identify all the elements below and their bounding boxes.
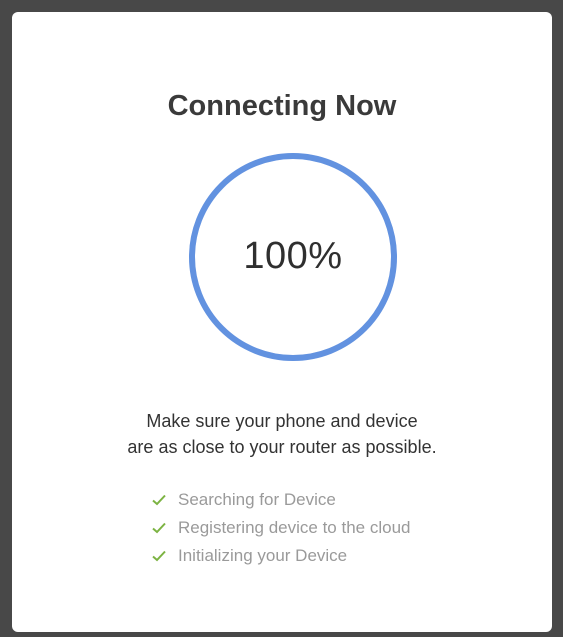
- dialog-backdrop: Connecting Now 100% Make sure your phone…: [0, 0, 563, 637]
- step-label: Searching for Device: [178, 490, 336, 509]
- instruction-line-2: are as close to your router as possible.: [127, 437, 437, 457]
- step-label: Initializing your Device: [178, 546, 348, 565]
- step-item: Initializing your Device: [152, 542, 410, 570]
- step-item: Searching for Device: [152, 486, 410, 514]
- check-icon: [152, 550, 166, 562]
- dialog-title: Connecting Now: [167, 90, 397, 122]
- connecting-dialog: Connecting Now 100% Make sure your phone…: [12, 12, 552, 632]
- check-icon: [152, 494, 166, 506]
- progress-percent: 100%: [243, 235, 343, 277]
- instruction-message: Make sure your phone and device are as c…: [12, 408, 552, 460]
- progress-ring: 100%: [188, 152, 398, 362]
- step-label: Registering device to the cloud: [178, 518, 411, 537]
- check-icon: [152, 522, 166, 534]
- step-item: Registering device to the cloud: [152, 514, 410, 542]
- instruction-line-1: Make sure your phone and device: [146, 411, 418, 431]
- connection-steps-list: Searching for Device Registering device …: [152, 486, 410, 570]
